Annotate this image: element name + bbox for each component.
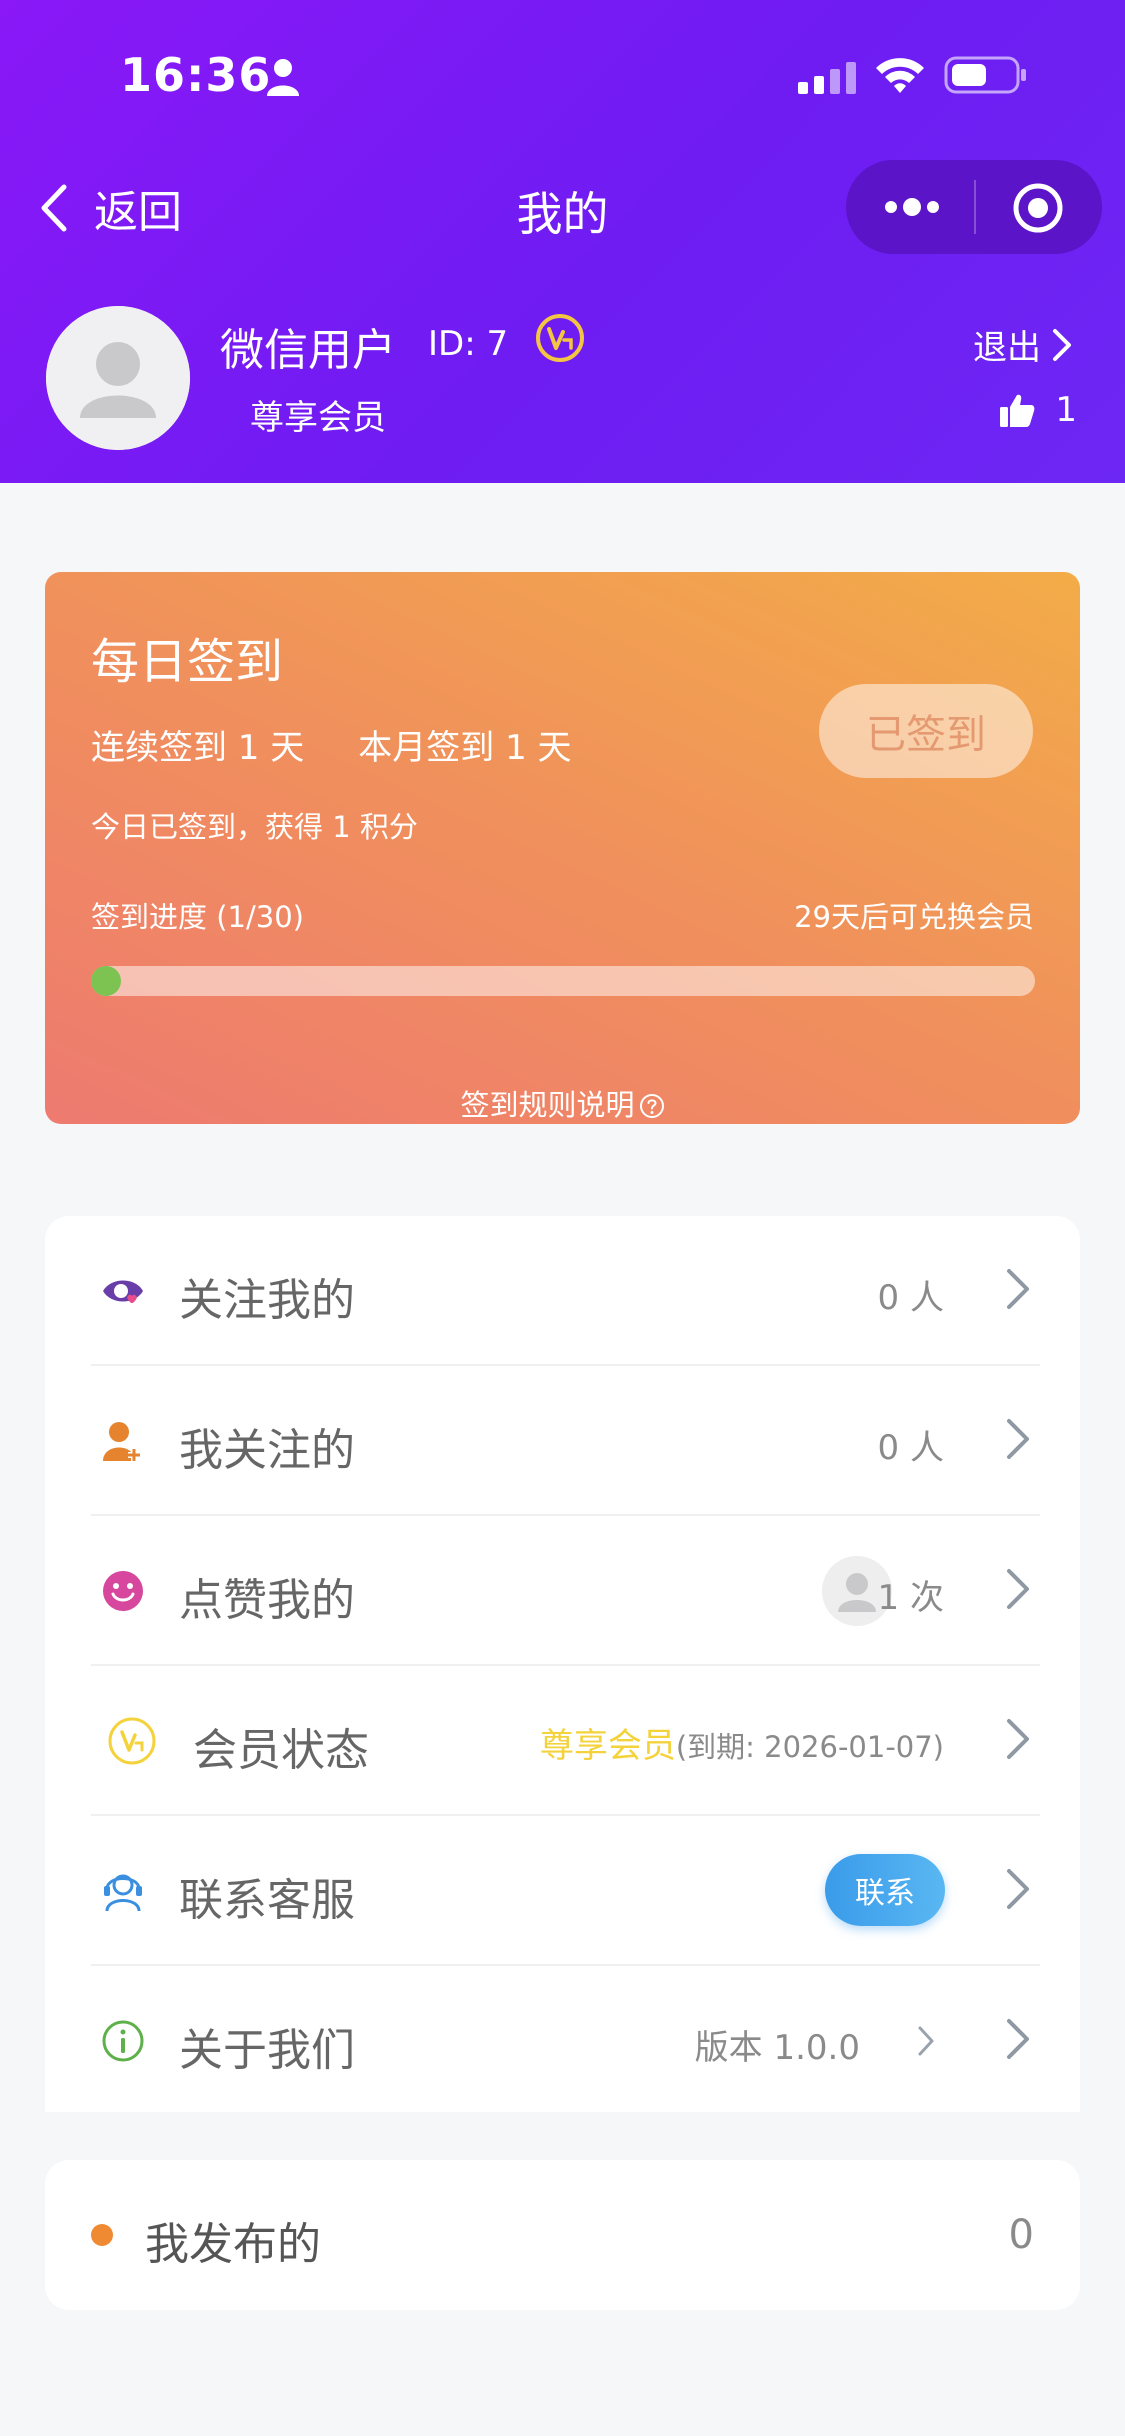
menu-item-membership[interactable]: 会员状态 尊享会员(到期: 2026-01-07) (45, 1666, 1080, 1816)
membership-tier: 尊享会员 (539, 1726, 676, 1766)
chevron-right-icon (1007, 1569, 1029, 1609)
sign-progress-tip: 29天后可兑换会员 (794, 900, 1034, 934)
thumbs-up-icon (1000, 394, 1035, 427)
chevron-right-icon (1007, 1869, 1029, 1909)
logout-button[interactable]: 退出 (973, 320, 1073, 369)
published-label: 我发布的 (145, 2219, 321, 2270)
support-label: 联系客服 (179, 1875, 355, 1926)
sign-progress-label: 签到进度 (1/30) (91, 900, 304, 934)
signal-icon (798, 62, 856, 94)
logout-label: 退出 (973, 328, 1041, 368)
miniprogram-capsule (846, 160, 1102, 254)
chevron-right-icon (918, 2026, 934, 2056)
menu-item-about[interactable]: 关于我们 版本 1.0.0 (45, 1966, 1080, 2116)
published-count: 0 (1008, 2212, 1034, 2258)
battery-icon (944, 56, 1026, 94)
my-published[interactable]: 我发布的 0 (45, 2160, 1080, 2310)
vip-icon (108, 1717, 156, 1765)
info-icon (102, 2020, 144, 2062)
nickname: 微信用户 (220, 325, 396, 376)
sign-streak: 连续签到 1 天 本月签到 1 天 (91, 728, 572, 768)
chevron-right-icon (1007, 1269, 1029, 1309)
likes-count: 1 (999, 390, 1077, 430)
member-tier: 尊享会员 (250, 398, 386, 438)
following-label: 我关注的 (179, 1425, 355, 1476)
menu-item-liked-me[interactable]: 点赞我的 1 次 (45, 1516, 1080, 1666)
menu-item-followers[interactable]: 关注我的 0 人 (45, 1216, 1080, 1366)
followers-count: 0 人 (877, 1278, 944, 1318)
likes-number: 1 (1055, 390, 1077, 430)
vip-badge-icon (536, 314, 584, 362)
sign-title: 每日签到 (91, 634, 284, 690)
chevron-right-icon (1007, 1719, 1029, 1759)
status-time: 16:36 (120, 48, 272, 102)
eye-heart-icon (103, 1280, 143, 1303)
chevron-right-icon (1007, 1419, 1029, 1459)
sign-rules-link[interactable]: 签到规则说明 (45, 1082, 1080, 1124)
help-icon (639, 1094, 664, 1118)
chevron-right-icon (1053, 328, 1071, 361)
daily-sign-card: 每日签到 连续签到 1 天 本月签到 1 天 今日已签到，获得 1 积分 已签到… (45, 572, 1080, 1124)
app-version: 版本 1.0.0 (694, 2028, 860, 2068)
membership-status: 尊享会员(到期: 2026-01-07) (540, 1718, 944, 1767)
user-plus-icon (103, 1422, 140, 1461)
capsule-divider (974, 180, 976, 234)
avatar[interactable] (46, 306, 190, 450)
target-icon[interactable] (1012, 182, 1064, 234)
published-dot (91, 2224, 113, 2246)
wifi-icon (876, 58, 924, 93)
sign-progress-indicator (91, 966, 121, 996)
sign-progress-bar (91, 966, 1035, 996)
user-id: ID: 7 (428, 324, 509, 364)
person-icon (267, 59, 299, 96)
liked-me-count: 1 次 (877, 1578, 944, 1618)
membership-label: 会员状态 (193, 1725, 369, 1776)
membership-expiry: (到期: 2026-01-07) (675, 1730, 944, 1764)
following-count: 0 人 (877, 1428, 944, 1468)
liked-me-label: 点赞我的 (179, 1575, 355, 1626)
sign-rules-label: 签到规则说明 (460, 1088, 635, 1122)
headset-icon (104, 1874, 142, 1912)
sign-today-message: 今日已签到，获得 1 积分 (91, 810, 418, 844)
signed-button[interactable]: 已签到 (819, 684, 1033, 778)
contact-button[interactable]: 联系 (825, 1854, 945, 1926)
profile-header: 16:36 返回 我的 微信用户 ID: 7 尊享会员 退出 1 (0, 0, 1125, 483)
more-icon[interactable] (882, 190, 942, 224)
menu-list: 关注我的 0 人 我关注的 0 人 点赞我的 1 次 会员状态 尊享会员(到期:… (45, 1216, 1080, 2112)
about-label: 关于我们 (179, 2025, 355, 2076)
chevron-right-icon (1007, 2019, 1029, 2059)
menu-item-support[interactable]: 联系客服 联系 (45, 1816, 1080, 1966)
smile-icon (103, 1571, 143, 1611)
followers-label: 关注我的 (179, 1275, 355, 1326)
menu-item-following[interactable]: 我关注的 0 人 (45, 1366, 1080, 1516)
